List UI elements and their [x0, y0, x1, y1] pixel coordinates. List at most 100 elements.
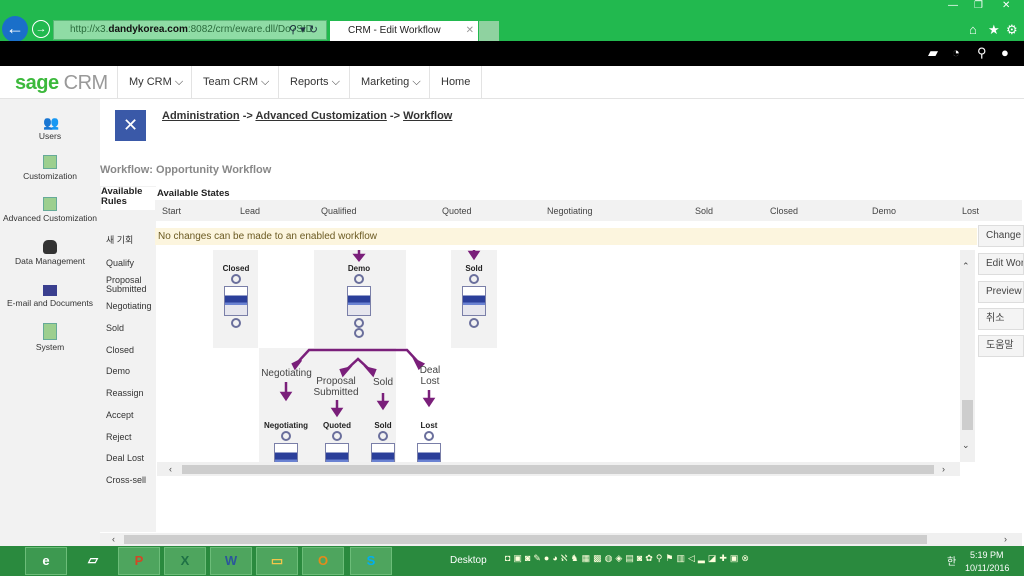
collapse-icon[interactable]	[354, 328, 364, 338]
rule-item[interactable]: Reject	[106, 433, 132, 442]
state-document-icon	[325, 443, 349, 462]
clock-time[interactable]: 5:19 PM	[970, 550, 1004, 560]
transition-label[interactable]: Negotiating	[259, 368, 314, 379]
rule-item[interactable]: Negotiating	[106, 302, 152, 311]
ime-indicator[interactable]: 한	[947, 553, 956, 568]
home-icon[interactable]: ⌂	[969, 22, 977, 37]
node-label: Negotiating	[264, 421, 308, 430]
nav-my-crm[interactable]: My CRM ⌵	[117, 66, 194, 99]
sidebar-item-email-documents[interactable]: E-mail and Documents	[0, 283, 100, 308]
rule-item[interactable]: Cross-sell	[106, 476, 146, 485]
user-icon[interactable]: ●	[1001, 45, 1009, 60]
breadcrumb-administration[interactable]: Administration	[162, 110, 240, 122]
rule-item[interactable]: Reassign	[106, 389, 144, 398]
state-item[interactable]: Sold	[695, 206, 713, 216]
sidebar-item-users[interactable]: 👥 Users	[0, 115, 100, 141]
search-icon[interactable]: ⚲	[977, 45, 987, 61]
nav-home[interactable]: Home	[429, 66, 483, 99]
excel-taskbar-icon[interactable]: X	[164, 547, 206, 575]
search-icon[interactable]: ⚲ ▾ ↻	[289, 23, 318, 36]
sage-crm-logo[interactable]: sage CRM	[15, 72, 108, 95]
new-tab-button[interactable]	[479, 21, 499, 41]
clock-date[interactable]: 10/11/2016	[965, 563, 1009, 573]
rule-item[interactable]: Qualify	[106, 259, 134, 268]
breadcrumb-separator: ->	[242, 110, 253, 122]
vertical-scroll-thumb[interactable]	[962, 400, 973, 430]
chat-icon[interactable]: ▰	[928, 45, 938, 61]
nav-reports[interactable]: Reports ⌵	[278, 66, 351, 99]
scroll-left-icon[interactable]: ‹	[169, 464, 172, 474]
node-label: Quoted	[323, 421, 351, 430]
state-node-lost[interactable]: Lost	[409, 421, 449, 462]
close-window-button[interactable]: ✕	[1002, 0, 1010, 11]
sidebar-item-advanced-customization[interactable]: Advanced Customization	[0, 197, 100, 223]
skype-taskbar-icon[interactable]: S	[350, 547, 392, 575]
horizontal-scroll-thumb[interactable]	[182, 465, 934, 474]
word-taskbar-icon[interactable]: W	[210, 547, 252, 575]
node-label: Closed	[222, 264, 250, 273]
scroll-left-icon[interactable]: ‹	[112, 534, 115, 544]
tab-edit-workflow[interactable]: CRM - Edit Workflow ✕	[330, 21, 478, 41]
rule-item[interactable]: Demo	[106, 367, 130, 376]
tray-icons[interactable]: ◘▣◙✎●◕ℵ♞▦▩◍◈▤◙✿⚲⚑▥◁▂◪✚▣⊗	[505, 553, 752, 564]
favorites-star-icon[interactable]: ★	[988, 22, 1000, 38]
ie-taskbar-icon[interactable]: e	[25, 547, 67, 575]
rule-item[interactable]: Proposal Submitted	[106, 276, 150, 294]
scroll-down-icon[interactable]: ⌄	[962, 440, 970, 451]
address-bar[interactable]: http://x3.dandykorea.com:8082/crm/eware.…	[53, 20, 327, 40]
state-item[interactable]: Negotiating	[547, 206, 593, 216]
transition-label[interactable]: Deal Lost	[415, 365, 445, 387]
state-node-quoted[interactable]: Quoted	[317, 421, 357, 462]
scroll-right-icon[interactable]: ›	[942, 464, 945, 474]
change-button[interactable]: Change	[978, 225, 1024, 247]
transition-label[interactable]: Proposal Submitted	[311, 376, 361, 398]
state-item[interactable]: Lost	[962, 206, 979, 216]
state-node-closed[interactable]: Closed	[217, 264, 255, 329]
minimize-button[interactable]: —	[948, 0, 958, 11]
page-scroll-thumb[interactable]	[124, 535, 927, 544]
state-item[interactable]: Demo	[872, 206, 896, 216]
state-node-demo[interactable]: Demo	[339, 264, 379, 339]
help-button[interactable]: 도움말	[978, 335, 1024, 357]
state-node-sold[interactable]: Sold	[455, 264, 493, 329]
nav-marketing[interactable]: Marketing ⌵	[349, 66, 432, 99]
edit-workflow-button[interactable]: Edit Workflow	[978, 253, 1024, 275]
state-item[interactable]: Qualified	[321, 206, 357, 216]
sidebar-item-data-management[interactable]: Data Management	[0, 240, 100, 266]
files-taskbar-icon[interactable]: ▱	[72, 547, 114, 575]
rule-item[interactable]: Deal Lost	[106, 454, 144, 463]
state-item[interactable]: Lead	[240, 206, 260, 216]
tab-title: CRM - Edit Workflow	[348, 25, 441, 36]
powerpoint-taskbar-icon[interactable]: P	[118, 547, 160, 575]
state-item[interactable]: Closed	[770, 206, 798, 216]
rule-item[interactable]: 새 기회	[106, 236, 133, 245]
gear-icon[interactable]: ⚙	[1006, 22, 1018, 38]
url-domain: dandykorea.com	[108, 24, 188, 35]
state-node-sold[interactable]: Sold	[363, 421, 403, 462]
state-item[interactable]: Start	[162, 206, 181, 216]
state-item[interactable]: Quoted	[442, 206, 472, 216]
vertical-scrollbar[interactable]	[960, 250, 975, 462]
back-button[interactable]: ←	[2, 16, 28, 42]
rule-item[interactable]: Closed	[106, 346, 134, 355]
state-node-negotiating[interactable]: Negotiating	[259, 421, 313, 462]
clock-icon[interactable]: ◔	[952, 45, 960, 60]
breadcrumb-workflow[interactable]: Workflow	[403, 110, 452, 122]
forward-button[interactable]: →	[32, 20, 50, 38]
explorer-taskbar-icon[interactable]: ▭	[256, 547, 298, 575]
rule-item[interactable]: Sold	[106, 324, 124, 333]
nav-team-crm[interactable]: Team CRM ⌵	[191, 66, 280, 99]
cancel-button[interactable]: 취소	[978, 308, 1024, 330]
close-tab-icon[interactable]: ✕	[466, 21, 474, 41]
preview-button[interactable]: Preview	[978, 281, 1024, 303]
transition-label[interactable]: Sold	[367, 377, 399, 388]
scroll-right-icon[interactable]: ›	[1004, 534, 1007, 544]
sidebar-item-customization[interactable]: Customization	[0, 155, 100, 181]
restore-button[interactable]: ❐	[974, 0, 983, 11]
desktop-toolbar[interactable]: Desktop	[450, 555, 487, 566]
rule-item[interactable]: Accept	[106, 411, 134, 420]
scroll-up-icon[interactable]: ⌃	[962, 261, 970, 272]
sidebar-item-system[interactable]: System	[0, 323, 100, 352]
breadcrumb-advanced-customization[interactable]: Advanced Customization	[255, 110, 386, 122]
outlook-taskbar-icon[interactable]: O	[302, 547, 344, 575]
